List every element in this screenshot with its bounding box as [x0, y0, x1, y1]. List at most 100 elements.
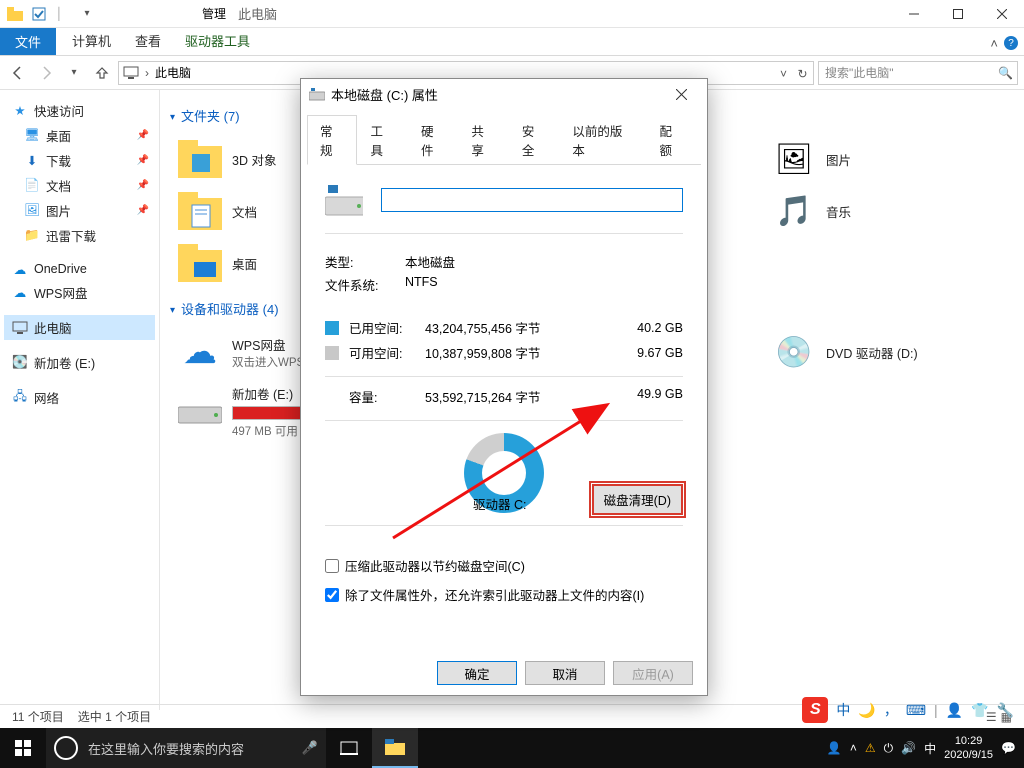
ok-button[interactable]: 确定: [437, 661, 517, 685]
sidebar-downloads[interactable]: ⬇下载📌: [4, 148, 155, 173]
cap-gb: 49.9 GB: [613, 387, 683, 406]
close-button[interactable]: [980, 0, 1024, 28]
comma-icon[interactable]: ，: [884, 700, 898, 720]
sidebar-thispc[interactable]: 此电脑: [4, 315, 155, 340]
sidebar-pictures[interactable]: 🖼图片📌: [4, 198, 155, 223]
system-tray: 👤 ˄ ⚠ ⏻ 🔊 中 10:29 2020/9/15 💬: [819, 734, 1024, 762]
dialog-close-button[interactable]: [663, 81, 699, 107]
ime-toolbar[interactable]: S 中 🌙 ， ⌨ | 👤 👕 🔧: [796, 694, 1020, 726]
ribbon-tab-view[interactable]: 查看: [123, 26, 173, 55]
pin-icon: 📌: [137, 155, 149, 166]
taskbar-explorer[interactable]: [372, 728, 418, 768]
taskbar: 在这里输入你要搜索的内容 🎤 👤 ˄ ⚠ ⏻ 🔊 中 10:29 2020/9/…: [0, 728, 1024, 768]
sidebar-desktop[interactable]: 🖥桌面📌: [4, 123, 155, 148]
ime-lang[interactable]: 中: [836, 700, 850, 720]
tray-volume-icon[interactable]: 🔊: [901, 741, 916, 755]
dialog-titlebar[interactable]: 本地磁盘 (C:) 属性: [301, 79, 707, 109]
sidebar-volume-e[interactable]: 💽新加卷 (E:): [4, 350, 155, 375]
task-view-button[interactable]: [326, 728, 372, 768]
keyboard-icon[interactable]: ⌨: [906, 702, 926, 719]
used-bytes: 43,204,755,456 字节: [425, 318, 613, 337]
refresh-icon[interactable]: ↻: [793, 65, 811, 83]
wps-icon: ☁: [12, 285, 28, 301]
recent-dropdown[interactable]: ▾: [62, 61, 86, 85]
tab-previous[interactable]: 以前的版本: [559, 115, 646, 165]
status-selection: 选中 1 个项目: [78, 708, 151, 725]
compress-checkbox[interactable]: 压缩此驱动器以节约磁盘空间(C): [325, 556, 683, 575]
sidebar-wps[interactable]: ☁WPS网盘: [4, 280, 155, 305]
ribbon-help-icon[interactable]: ?: [1004, 36, 1018, 50]
action-center-icon[interactable]: 💬: [1001, 741, 1016, 755]
window-title: 此电脑: [238, 4, 277, 23]
cancel-button[interactable]: 取消: [525, 661, 605, 685]
context-tab-label: 管理: [202, 5, 226, 22]
drive-icon: [309, 87, 325, 101]
drive-icon: 💽: [12, 355, 28, 371]
folder-pictures[interactable]: 🖼 图片: [764, 133, 1014, 185]
free-bytes: 10,387,959,808 字节: [425, 343, 613, 362]
checkbox-icon[interactable]: [28, 3, 50, 25]
tab-sharing[interactable]: 共享: [458, 115, 508, 165]
moon-icon[interactable]: 🌙: [858, 702, 875, 719]
back-button[interactable]: [6, 61, 30, 85]
used-gb: 40.2 GB: [613, 321, 683, 335]
forward-button[interactable]: [34, 61, 58, 85]
onedrive-icon: ☁: [12, 261, 28, 277]
tray-person-icon[interactable]: 👤: [827, 741, 842, 755]
sidebar-documents[interactable]: 📄文档📌: [4, 173, 155, 198]
apply-button[interactable]: 应用(A): [613, 661, 693, 685]
tab-tools[interactable]: 工具: [357, 115, 407, 165]
tray-power-icon[interactable]: ⏻: [884, 741, 894, 756]
taskbar-clock[interactable]: 10:29 2020/9/15: [944, 734, 993, 762]
cortana-icon: [54, 736, 78, 760]
file-menu-button[interactable]: 文件: [0, 28, 56, 55]
folder-music[interactable]: 🎵 音乐: [764, 185, 1014, 237]
drive-large-icon: [325, 181, 363, 219]
taskbar-search[interactable]: 在这里输入你要搜索的内容 🎤: [46, 728, 326, 768]
index-checkbox[interactable]: 除了文件属性外，还允许索引此驱动器上文件的内容(I): [325, 585, 683, 604]
sidebar-quick-access[interactable]: ★快速访问: [4, 98, 155, 123]
tab-quota[interactable]: 配额: [647, 115, 697, 165]
desktop-icon: 🖥: [24, 128, 40, 144]
tray-ime[interactable]: 中: [924, 740, 936, 757]
dialog-footer: 确定 取消 应用(A): [437, 661, 693, 685]
disk-cleanup-button[interactable]: 磁盘清理(D): [592, 484, 683, 515]
person-icon[interactable]: 👤: [946, 702, 963, 719]
search-box[interactable]: 搜索"此电脑" 🔍: [818, 61, 1018, 85]
sidebar-onedrive[interactable]: ☁OneDrive: [4, 258, 155, 280]
start-button[interactable]: [0, 728, 46, 768]
pin-icon: 📌: [137, 180, 149, 191]
ribbon-tab-computer[interactable]: 计算机: [60, 26, 123, 55]
tray-warning-icon[interactable]: ⚠: [865, 741, 876, 755]
tool-icon[interactable]: 🔧: [997, 702, 1014, 719]
skin-icon[interactable]: 👕: [971, 702, 988, 719]
tray-chevron-icon[interactable]: ˄: [850, 741, 857, 755]
tab-security[interactable]: 安全: [509, 115, 559, 165]
sogou-icon: S: [802, 697, 828, 723]
device-dvd[interactable]: 💿 DVD 驱动器 (D:): [764, 326, 1014, 378]
qat-dropdown-icon[interactable]: ▾: [76, 3, 98, 25]
drive-filesystem: NTFS: [405, 275, 683, 294]
mic-icon[interactable]: 🎤: [302, 740, 318, 756]
breadcrumb[interactable]: 此电脑: [155, 64, 191, 81]
document-icon: 📄: [24, 178, 40, 194]
address-dropdown-icon[interactable]: ˅: [774, 65, 792, 83]
drive-icon: [178, 392, 222, 432]
dialog-title: 本地磁盘 (C:) 属性: [331, 85, 438, 104]
wps-cloud-icon: ☁: [178, 332, 222, 372]
pc-icon: [123, 65, 139, 81]
free-gb: 9.67 GB: [613, 346, 683, 360]
drive-name-input[interactable]: [381, 188, 683, 212]
tab-hardware[interactable]: 硬件: [408, 115, 458, 165]
tab-general[interactable]: 常规: [307, 115, 357, 165]
ribbon-tab-drive-tools[interactable]: 驱动器工具: [173, 26, 262, 55]
sidebar-thunder[interactable]: 📁迅雷下载: [4, 223, 155, 248]
ribbon-expand-icon[interactable]: ˄: [990, 36, 998, 51]
explorer-icon: [4, 3, 26, 25]
minimize-button[interactable]: [892, 0, 936, 28]
network-icon: 🖧: [12, 390, 28, 406]
maximize-button[interactable]: [936, 0, 980, 28]
up-button[interactable]: [90, 61, 114, 85]
status-item-count: 11 个项目: [12, 708, 64, 725]
sidebar-network[interactable]: 🖧网络: [4, 385, 155, 410]
